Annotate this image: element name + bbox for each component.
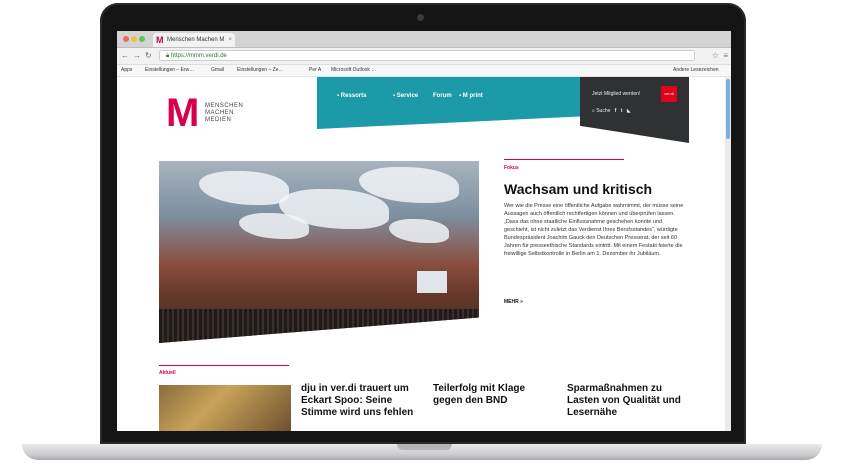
nav-label: M print — [462, 93, 483, 99]
bookmark-item[interactable]: Microsoft Outlook … — [331, 67, 376, 73]
bookmark-item[interactable]: Einstellungen – Ze… — [237, 67, 283, 73]
close-window-icon[interactable] — [123, 36, 129, 42]
browser-toolbar: ← → ↻ 🔒︎ https://mmm.verdi.de ☆ ≡ — [117, 48, 731, 65]
reload-icon[interactable]: ↻ — [145, 51, 152, 61]
site-logo-text: MENSCHEN MACHEN MEDIEN — [205, 103, 243, 124]
aktuell-kicker: Aktuell — [159, 370, 176, 376]
logo-line: MEDIEN — [205, 117, 232, 123]
close-tab-icon[interactable]: × — [228, 33, 232, 47]
hero-image[interactable] — [159, 161, 479, 343]
nav-label: Service — [396, 93, 419, 99]
camera-icon — [417, 14, 424, 21]
scrollbar[interactable] — [725, 77, 731, 431]
logo-line: MACHEN — [205, 110, 235, 116]
maximize-window-icon[interactable] — [139, 36, 145, 42]
nav-mprint[interactable]: ▪ M print — [459, 93, 483, 99]
tab-title: Menschen Machen M — [167, 37, 225, 43]
search-label[interactable]: Suche — [596, 108, 610, 114]
bookmark-item[interactable]: Apps — [121, 67, 132, 73]
favicon-icon: M — [156, 35, 164, 45]
address-bar[interactable]: 🔒︎ https://mmm.verdi.de — [159, 50, 695, 61]
browser-tabbar: M Menschen Machen M × — [117, 31, 731, 48]
logo-line: MENSCHEN — [205, 103, 244, 109]
bookmarks-bar: Apps Einstellungen – Erw… Gmail Einstell… — [117, 65, 731, 77]
bookmark-item[interactable]: Gmail — [211, 67, 224, 73]
laptop-base — [22, 444, 822, 460]
hero-audience — [159, 309, 479, 343]
nav-forum[interactable]: Forum — [433, 93, 452, 99]
join-link[interactable]: Jetzt Mitglied werden! — [592, 91, 640, 97]
scroll-thumb[interactable] — [726, 79, 730, 139]
bookmark-item[interactable]: Per A — [309, 67, 321, 73]
search-icon[interactable]: ⌕ — [592, 108, 595, 114]
back-icon[interactable]: ← — [121, 51, 129, 61]
section-divider — [159, 365, 289, 366]
laptop-notch — [397, 444, 452, 450]
verdi-logo[interactable]: ver.di — [661, 86, 677, 102]
hero-roof-shape — [199, 171, 289, 205]
hero-headline[interactable]: Wachsam und kritisch — [504, 181, 652, 197]
bookmark-item[interactable]: Andere Lesezeichen — [673, 67, 719, 73]
bookmark-item[interactable]: Einstellungen – Erw… — [145, 67, 194, 73]
story-headline[interactable]: dju in ver.di trauert um Eckart Spoo: Se… — [301, 383, 419, 419]
hero-roof-shape — [389, 219, 449, 243]
nav-label: Ressorts — [340, 93, 367, 99]
laptop-lid: M Menschen Machen M × ← → ↻ 🔒︎ https://m… — [100, 3, 746, 444]
forward-icon[interactable]: → — [133, 51, 141, 61]
story-thumbnail[interactable] — [159, 385, 291, 431]
site-logo[interactable]: M — [166, 93, 199, 133]
member-box: Jetzt Mitglied werden! ver.di ⌕ Suche f … — [580, 77, 689, 143]
bookmark-star-icon[interactable]: ☆ — [712, 51, 719, 60]
web-page: M MENSCHEN MACHEN MEDIEN ▪ Ressorts ▪ Se… — [117, 77, 731, 431]
story-headline[interactable]: Sparmaßnahmen zu Lasten von Qualität und… — [567, 383, 685, 419]
section-divider — [504, 159, 624, 160]
search-and-social: ⌕ Suche f t ◣ — [592, 108, 631, 114]
laptop-screen: M Menschen Machen M × ← → ↻ 🔒︎ https://m… — [117, 31, 731, 431]
browser-tab[interactable]: M Menschen Machen M × — [153, 33, 235, 47]
rss-icon[interactable]: ◣ — [627, 108, 631, 114]
nav-service[interactable]: ▪ Service — [393, 93, 418, 99]
browser-menu-icon[interactable]: ≡ — [723, 51, 728, 60]
address-bar-url: https://mmm.verdi.de — [170, 53, 227, 59]
hero-stage-screen — [417, 271, 447, 293]
story-headline[interactable]: Teilerfolg mit Klage gegen den BND — [433, 383, 551, 407]
hero-kicker: Fokus — [504, 165, 519, 171]
facebook-icon[interactable]: f — [615, 108, 617, 114]
nav-ressorts[interactable]: ▪ Ressorts — [337, 93, 366, 99]
hero-roof-shape — [239, 213, 309, 239]
hero-teaser: Wer wie die Presse eine öffentliche Aufg… — [504, 203, 684, 257]
main-nav: ▪ Ressorts ▪ Service Forum ▪ M print — [317, 77, 580, 129]
minimize-window-icon[interactable] — [131, 36, 137, 42]
nav-label: Forum — [433, 93, 452, 99]
twitter-icon[interactable]: t — [621, 108, 623, 114]
hero-more-link[interactable]: MEHR » — [504, 299, 523, 305]
